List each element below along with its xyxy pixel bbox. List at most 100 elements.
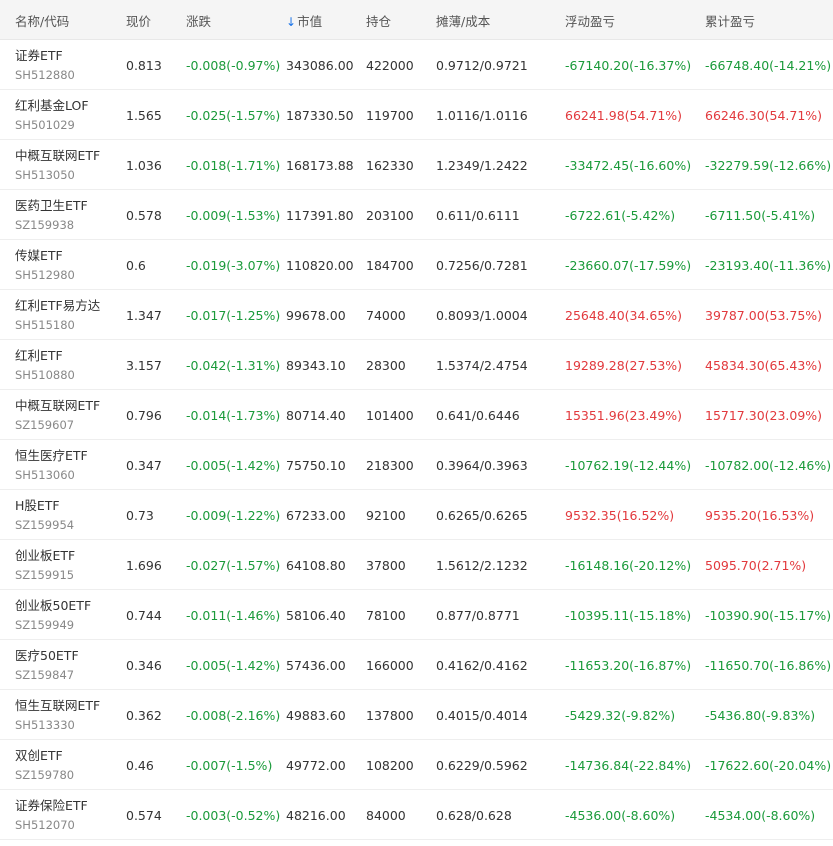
table-row[interactable]: 医疗50ETF SZ159847 0.346 -0.005(-1.42%) 57436.… <box>0 640 833 690</box>
fund-name[interactable]: 证券ETF <box>15 48 75 64</box>
cumulative-pl-cell: -17622.60(-20.04%) <box>705 758 832 773</box>
name-code-cell[interactable]: 恒生互联网ETF SH513330 <box>15 698 100 733</box>
name-code-cell[interactable]: 中概互联网ETF SH513050 <box>15 148 100 183</box>
change-cell: -0.014(-1.73%) <box>186 408 281 423</box>
market-value-cell: 168173.88 <box>286 158 354 173</box>
cumulative-pl-cell: -5436.80(-9.83%) <box>705 708 816 723</box>
fund-code: SH501029 <box>15 118 75 132</box>
table-row[interactable]: 中概互联网ETF SZ159607 0.796 -0.014(-1.73%) 80714… <box>0 390 833 440</box>
header-holdings[interactable]: 持仓 <box>366 11 391 30</box>
cost-cell: 0.628/0.628 <box>436 808 512 823</box>
fund-name[interactable]: 中概互联网ETF <box>15 398 100 414</box>
name-code-cell[interactable]: 证券ETF SH512880 <box>15 48 75 83</box>
floating-pl-cell: 25648.40(34.65%) <box>565 308 683 323</box>
name-code-cell[interactable]: 传媒ETF SH512980 <box>15 248 75 283</box>
fund-code: SH512980 <box>15 268 75 282</box>
fund-name[interactable]: 红利ETF <box>15 348 75 364</box>
floating-pl-cell: -6722.61(-5.42%) <box>565 208 676 223</box>
name-code-cell[interactable]: 证券保险ETF SH512070 <box>15 798 88 833</box>
header-market-value[interactable]: ↓市值 <box>286 11 322 30</box>
header-floating-pl[interactable]: 浮动盈亏 <box>565 11 615 30</box>
cumulative-pl-cell: -6711.50(-5.41%) <box>705 208 816 223</box>
fund-name[interactable]: 红利基金LOF <box>15 98 89 114</box>
name-code-cell[interactable]: 创业板ETF SZ159915 <box>15 548 75 583</box>
holdings-cell: 184700 <box>366 258 414 273</box>
change-cell: -0.009(-1.53%) <box>186 208 281 223</box>
table-row[interactable]: 证券保险ETF SH512070 0.574 -0.003(-0.52%) 48216.… <box>0 790 833 840</box>
fund-code: SH515180 <box>15 318 75 332</box>
table-row[interactable]: 医药卫生ETF SZ159938 0.578 -0.009(-1.53%) 117391… <box>0 190 833 240</box>
table-row[interactable]: 中概互联网ETF SH513050 1.036 -0.018(-1.71%) 16817… <box>0 140 833 190</box>
holdings-table: 名称/代码 现价 涨跌 ↓市值 持仓 摊薄/成本 浮动盈亏 累计盈亏 证券ETF… <box>0 0 833 840</box>
header-change[interactable]: 涨跌 <box>186 11 211 30</box>
price-cell: 1.036 <box>126 158 162 173</box>
cost-cell: 0.641/0.6446 <box>436 408 520 423</box>
fund-name[interactable]: 医疗50ETF <box>15 648 79 664</box>
table-row[interactable]: 传媒ETF SH512980 0.6 -0.019(-3.07%) 110820.00 1… <box>0 240 833 290</box>
cumulative-pl-cell: 39787.00(53.75%) <box>705 308 823 323</box>
name-code-cell[interactable]: 红利ETF易方达 SH515180 <box>15 298 100 333</box>
table-row[interactable]: 双创ETF SZ159780 0.46 -0.007(-1.5%) 49772.00 10… <box>0 740 833 790</box>
market-value-cell: 187330.50 <box>286 108 354 123</box>
name-code-cell[interactable]: 医药卫生ETF SZ159938 <box>15 198 88 233</box>
fund-name[interactable]: 红利ETF易方达 <box>15 298 100 314</box>
header-market-value-label: 市值 <box>297 14 323 29</box>
table-row[interactable]: 恒生医疗ETF SH513060 0.347 -0.005(-1.42%) 75750.… <box>0 440 833 490</box>
name-code-cell[interactable]: 恒生医疗ETF SH513060 <box>15 448 88 483</box>
change-cell: -0.005(-1.42%) <box>186 458 281 473</box>
cost-cell: 1.5374/2.4754 <box>436 358 528 373</box>
cumulative-pl-cell: -10390.90(-15.17%) <box>705 608 832 623</box>
fund-name[interactable]: 恒生医疗ETF <box>15 448 88 464</box>
market-value-cell: 110820.00 <box>286 258 354 273</box>
holdings-cell: 28300 <box>366 358 406 373</box>
cumulative-pl-cell: -11650.70(-16.86%) <box>705 658 832 673</box>
holdings-cell: 78100 <box>366 608 406 623</box>
floating-pl-cell: -33472.45(-16.60%) <box>565 158 692 173</box>
fund-name[interactable]: 恒生互联网ETF <box>15 698 100 714</box>
floating-pl-cell: 66241.98(54.71%) <box>565 108 683 123</box>
change-cell: -0.011(-1.46%) <box>186 608 281 623</box>
table-row[interactable]: 恒生互联网ETF SH513330 0.362 -0.008(-2.16%) 49883… <box>0 690 833 740</box>
name-code-cell[interactable]: 红利ETF SH510880 <box>15 348 75 383</box>
fund-name[interactable]: 创业板ETF <box>15 548 75 564</box>
holdings-cell: 203100 <box>366 208 414 223</box>
fund-name[interactable]: 传媒ETF <box>15 248 75 264</box>
market-value-cell: 48216.00 <box>286 808 346 823</box>
market-value-cell: 75750.10 <box>286 458 346 473</box>
table-row[interactable]: H股ETF SZ159954 0.73 -0.009(-1.22%) 67233.00 9… <box>0 490 833 540</box>
fund-name[interactable]: 中概互联网ETF <box>15 148 100 164</box>
market-value-cell: 58106.40 <box>286 608 346 623</box>
name-code-cell[interactable]: H股ETF SZ159954 <box>15 498 74 533</box>
fund-code: SH512880 <box>15 68 75 82</box>
change-cell: -0.025(-1.57%) <box>186 108 281 123</box>
fund-name[interactable]: H股ETF <box>15 498 74 514</box>
change-cell: -0.042(-1.31%) <box>186 358 281 373</box>
name-code-cell[interactable]: 红利基金LOF SH501029 <box>15 98 89 133</box>
name-code-cell[interactable]: 医疗50ETF SZ159847 <box>15 648 79 683</box>
cost-cell: 1.0116/1.0116 <box>436 108 528 123</box>
table-row[interactable]: 创业板50ETF SZ159949 0.744 -0.011(-1.46%) 58106… <box>0 590 833 640</box>
price-cell: 0.362 <box>126 708 162 723</box>
table-row[interactable]: 创业板ETF SZ159915 1.696 -0.027(-1.57%) 64108.8… <box>0 540 833 590</box>
table-row[interactable]: 红利基金LOF SH501029 1.565 -0.025(-1.57%) 187330… <box>0 90 833 140</box>
table-row[interactable]: 红利ETF SH510880 3.157 -0.042(-1.31%) 89343.10… <box>0 340 833 390</box>
price-cell: 0.813 <box>126 58 162 73</box>
name-code-cell[interactable]: 双创ETF SZ159780 <box>15 748 74 783</box>
name-code-cell[interactable]: 创业板50ETF SZ159949 <box>15 598 91 633</box>
fund-name[interactable]: 双创ETF <box>15 748 74 764</box>
cumulative-pl-cell: 15717.30(23.09%) <box>705 408 823 423</box>
fund-name[interactable]: 创业板50ETF <box>15 598 91 614</box>
table-row[interactable]: 红利ETF易方达 SH515180 1.347 -0.017(-1.25%) 99678… <box>0 290 833 340</box>
holdings-cell: 162330 <box>366 158 414 173</box>
table-row[interactable]: 证券ETF SH512880 0.813 -0.008(-0.97%) 343086.0… <box>0 40 833 90</box>
name-code-cell[interactable]: 中概互联网ETF SZ159607 <box>15 398 100 433</box>
fund-name[interactable]: 医药卫生ETF <box>15 198 88 214</box>
cost-cell: 0.7256/0.7281 <box>436 258 528 273</box>
fund-name[interactable]: 证券保险ETF <box>15 798 88 814</box>
header-name-code[interactable]: 名称/代码 <box>15 11 69 30</box>
holdings-cell: 422000 <box>366 58 414 73</box>
change-cell: -0.018(-1.71%) <box>186 158 281 173</box>
header-cumulative-pl[interactable]: 累计盈亏 <box>705 11 755 30</box>
header-cost[interactable]: 摊薄/成本 <box>436 11 490 30</box>
header-price[interactable]: 现价 <box>126 11 151 30</box>
